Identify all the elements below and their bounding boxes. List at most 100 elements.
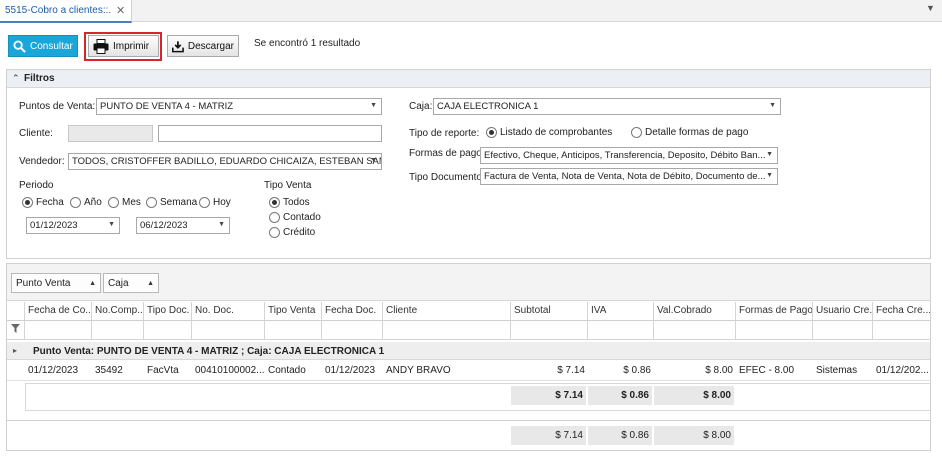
table-row[interactable]: 01/12/2023 35492 FacVta 00410100002... C…: [7, 361, 930, 381]
cell: 01/12/2023: [325, 365, 376, 376]
formas-pago-value: Efectivo, Cheque, Anticipos, Transferenc…: [484, 150, 766, 161]
radio-circle: [108, 197, 119, 208]
col-header[interactable]: Fecha de Co...: [25, 302, 92, 321]
radio-fecha[interactable]: Fecha: [22, 197, 64, 208]
grand-total-subtotal: $ 7.14: [511, 426, 588, 445]
radio-label: Mes: [122, 197, 141, 208]
filter-cell[interactable]: [813, 321, 873, 340]
collapse-chevron-icon[interactable]: ⌃: [12, 73, 20, 84]
grand-total-cobrado: $ 8.00: [654, 426, 736, 445]
consultar-label: Consultar: [30, 40, 73, 52]
cell: Contado: [268, 365, 306, 376]
radio-listado-comprobantes[interactable]: Listado de comprobantes: [486, 127, 612, 138]
radio-circle: [70, 197, 81, 208]
cell: 01/12/202...: [876, 365, 929, 376]
radio-label: Crédito: [283, 227, 316, 238]
filter-cell[interactable]: [736, 321, 813, 340]
radio-label: Detalle formas de pago: [645, 127, 749, 138]
vendedor-select[interactable]: TODOS, CRISTOFFER BADILLO, EDUARDO CHICA…: [68, 153, 382, 170]
grid-header: Fecha de Co... No.Comp... Tipo Doc. No. …: [7, 302, 930, 321]
vendedor-value: TODOS, CRISTOFFER BADILLO, EDUARDO CHICA…: [72, 156, 382, 167]
radio-circle: [631, 127, 642, 138]
group-chip-punto-venta[interactable]: Punto Venta ▲: [11, 273, 101, 293]
vendedor-label: Vendedor:: [19, 156, 65, 167]
radio-todos[interactable]: Todos: [269, 197, 310, 208]
group-by-area: Punto Venta ▲ Caja ▲: [7, 264, 930, 301]
puntos-venta-select[interactable]: PUNTO DE VENTA 4 - MATRIZ ▼: [96, 98, 382, 115]
cliente-name-input[interactable]: [158, 125, 382, 142]
group-total-cobrado: $ 8.00: [654, 386, 736, 405]
radio-anio[interactable]: Año: [70, 197, 102, 208]
cell: FacVta: [147, 365, 179, 376]
caja-select[interactable]: CAJA ELECTRONICA 1 ▼: [433, 98, 781, 115]
tab-cobro-clientes[interactable]: 5515-Cobro a clientes::. ✕: [0, 0, 132, 23]
fecha-hasta-value: 06/12/2023: [140, 220, 188, 231]
radio-detalle-formas-pago[interactable]: Detalle formas de pago: [631, 127, 748, 138]
radio-semana[interactable]: Semana: [146, 197, 197, 208]
puntos-venta-value: PUNTO DE VENTA 4 - MATRIZ: [100, 101, 234, 112]
radio-label: Fecha: [36, 197, 64, 208]
cell: Sistemas: [816, 365, 858, 376]
radio-label: Contado: [283, 212, 321, 223]
radio-hoy[interactable]: Hoy: [199, 197, 231, 208]
group-footer: [25, 383, 930, 411]
dropdown-arrow-icon: ▼: [218, 221, 225, 228]
col-header[interactable]: Usuario Cre...: [813, 302, 873, 321]
dropdown-arrow-icon: ▼: [766, 172, 773, 179]
filter-icon[interactable]: [7, 321, 25, 340]
group-row-label: Punto Venta: PUNTO DE VENTA 4 - MATRIZ ;…: [33, 346, 385, 357]
filters-panel: ⌃ Filtros Puntos de Venta: PUNTO DE VENT…: [6, 69, 931, 259]
filter-cell[interactable]: [192, 321, 265, 340]
filters-header[interactable]: ⌃ Filtros: [7, 70, 930, 88]
cell: $ 0.86: [623, 365, 651, 376]
filter-row: [7, 321, 930, 340]
filter-cell[interactable]: [144, 321, 192, 340]
col-header[interactable]: Val.Cobrado: [654, 302, 736, 321]
col-header[interactable]: IVA: [588, 302, 654, 321]
filter-cell[interactable]: [588, 321, 654, 340]
cell: 00410100002...: [195, 365, 265, 376]
filter-cell[interactable]: [383, 321, 511, 340]
col-header[interactable]: Fecha Doc.: [322, 302, 383, 321]
filter-cell[interactable]: [92, 321, 144, 340]
imprimir-button[interactable]: Imprimir: [88, 35, 159, 57]
fecha-hasta-picker[interactable]: 06/12/2023 ▼: [136, 217, 230, 234]
formas-pago-select[interactable]: Efectivo, Cheque, Anticipos, Transferenc…: [480, 147, 778, 164]
consultar-button[interactable]: Consultar: [8, 35, 78, 57]
group-row[interactable]: ▸ Punto Venta: PUNTO DE VENTA 4 - MATRIZ…: [7, 342, 930, 360]
result-count: Se encontró 1 resultado: [254, 38, 361, 49]
tipo-documento-select[interactable]: Factura de Venta, Nota de Venta, Nota de…: [480, 168, 778, 185]
radio-contado[interactable]: Contado: [269, 212, 321, 223]
col-header[interactable]: Fecha Cre...: [873, 302, 930, 321]
radio-label: Hoy: [213, 197, 231, 208]
grand-total-iva: $ 0.86: [588, 426, 654, 445]
filter-cell[interactable]: [654, 321, 736, 340]
col-header[interactable]: No.Comp...: [92, 302, 144, 321]
col-header[interactable]: Cliente: [383, 302, 511, 321]
filter-cell[interactable]: [265, 321, 322, 340]
col-header[interactable]: No. Doc.: [192, 302, 265, 321]
col-header[interactable]: Tipo Venta: [265, 302, 322, 321]
group-total-subtotal: $ 7.14: [511, 386, 588, 405]
filter-cell[interactable]: [511, 321, 588, 340]
tab-menu-chevron-icon[interactable]: ▼: [926, 3, 935, 13]
sort-up-icon: ▲: [147, 279, 154, 287]
tipo-documento-label: Tipo Documento: [409, 172, 482, 183]
radio-credito[interactable]: Crédito: [269, 227, 315, 238]
filter-cell[interactable]: [25, 321, 92, 340]
fecha-desde-picker[interactable]: 01/12/2023 ▼: [26, 217, 120, 234]
tipo-reporte-label: Tipo de reporte:: [409, 128, 480, 139]
col-header[interactable]: Subtotal: [511, 302, 588, 321]
descargar-button[interactable]: Descargar: [167, 35, 239, 57]
group-chip-caja[interactable]: Caja ▲: [103, 273, 159, 293]
filter-cell[interactable]: [322, 321, 383, 340]
sort-up-icon: ▲: [89, 279, 96, 287]
row-indicator-icon: ▸: [13, 346, 18, 355]
close-icon[interactable]: ✕: [116, 4, 125, 17]
printer-icon: [93, 38, 109, 54]
radio-mes[interactable]: Mes: [108, 197, 141, 208]
col-header[interactable]: Tipo Doc.: [144, 302, 192, 321]
cell: EFEC - 8.00: [739, 365, 795, 376]
col-header[interactable]: Formas de Pago: [736, 302, 813, 321]
filter-cell[interactable]: [873, 321, 930, 340]
